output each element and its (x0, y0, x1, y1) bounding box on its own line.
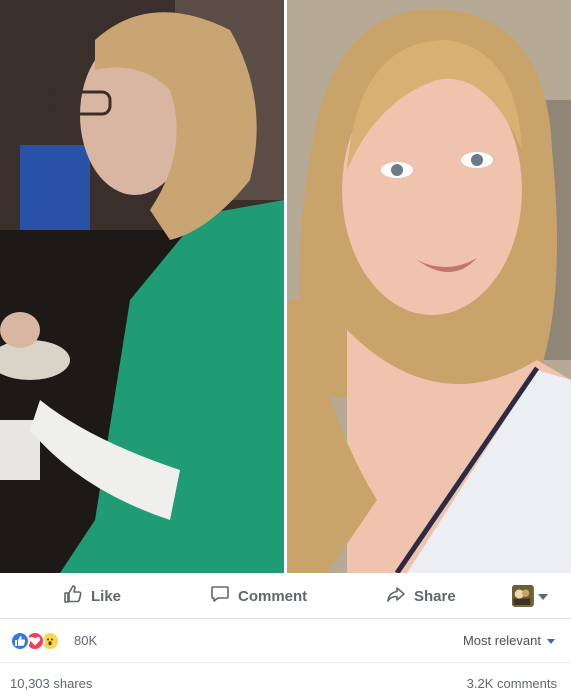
engagement-counts: 10,303 shares 3.2K comments (0, 663, 571, 700)
photo-right-illustration (287, 0, 571, 573)
thumbs-up-icon (63, 584, 83, 608)
photo-left-nurse-profile[interactable] (0, 0, 284, 573)
share-label: Share (414, 587, 456, 605)
share-count[interactable]: 10,303 shares (10, 676, 92, 691)
avatar-thumbnail-icon (512, 585, 534, 607)
chevron-down-icon (538, 594, 548, 600)
comment-bubble-icon (210, 584, 230, 608)
reactions-summary: 80K Most relevant (0, 619, 571, 663)
post-photo-collage[interactable] (0, 0, 571, 573)
like-reaction-icon (10, 631, 30, 651)
reaction-count[interactable]: 80K (74, 633, 97, 648)
photo-left-illustration (0, 0, 284, 573)
photo-right-nurse-selfie[interactable] (287, 0, 571, 573)
sort-label: Most relevant (462, 633, 541, 648)
share-button[interactable]: Share (386, 573, 456, 619)
like-button[interactable]: Like (63, 573, 121, 619)
chevron-down-icon (547, 639, 555, 644)
reaction-icons[interactable] (10, 630, 60, 652)
comment-button[interactable]: Comment (210, 573, 307, 619)
post-as-selector[interactable] (512, 573, 548, 619)
like-label: Like (91, 587, 122, 605)
comment-label: Comment (238, 587, 308, 605)
post-action-bar: Like Comment Share (0, 573, 571, 619)
share-arrow-icon (386, 584, 406, 608)
comment-count[interactable]: 3.2K comments (467, 676, 557, 691)
comment-sort-dropdown[interactable]: Most relevant (463, 633, 555, 648)
